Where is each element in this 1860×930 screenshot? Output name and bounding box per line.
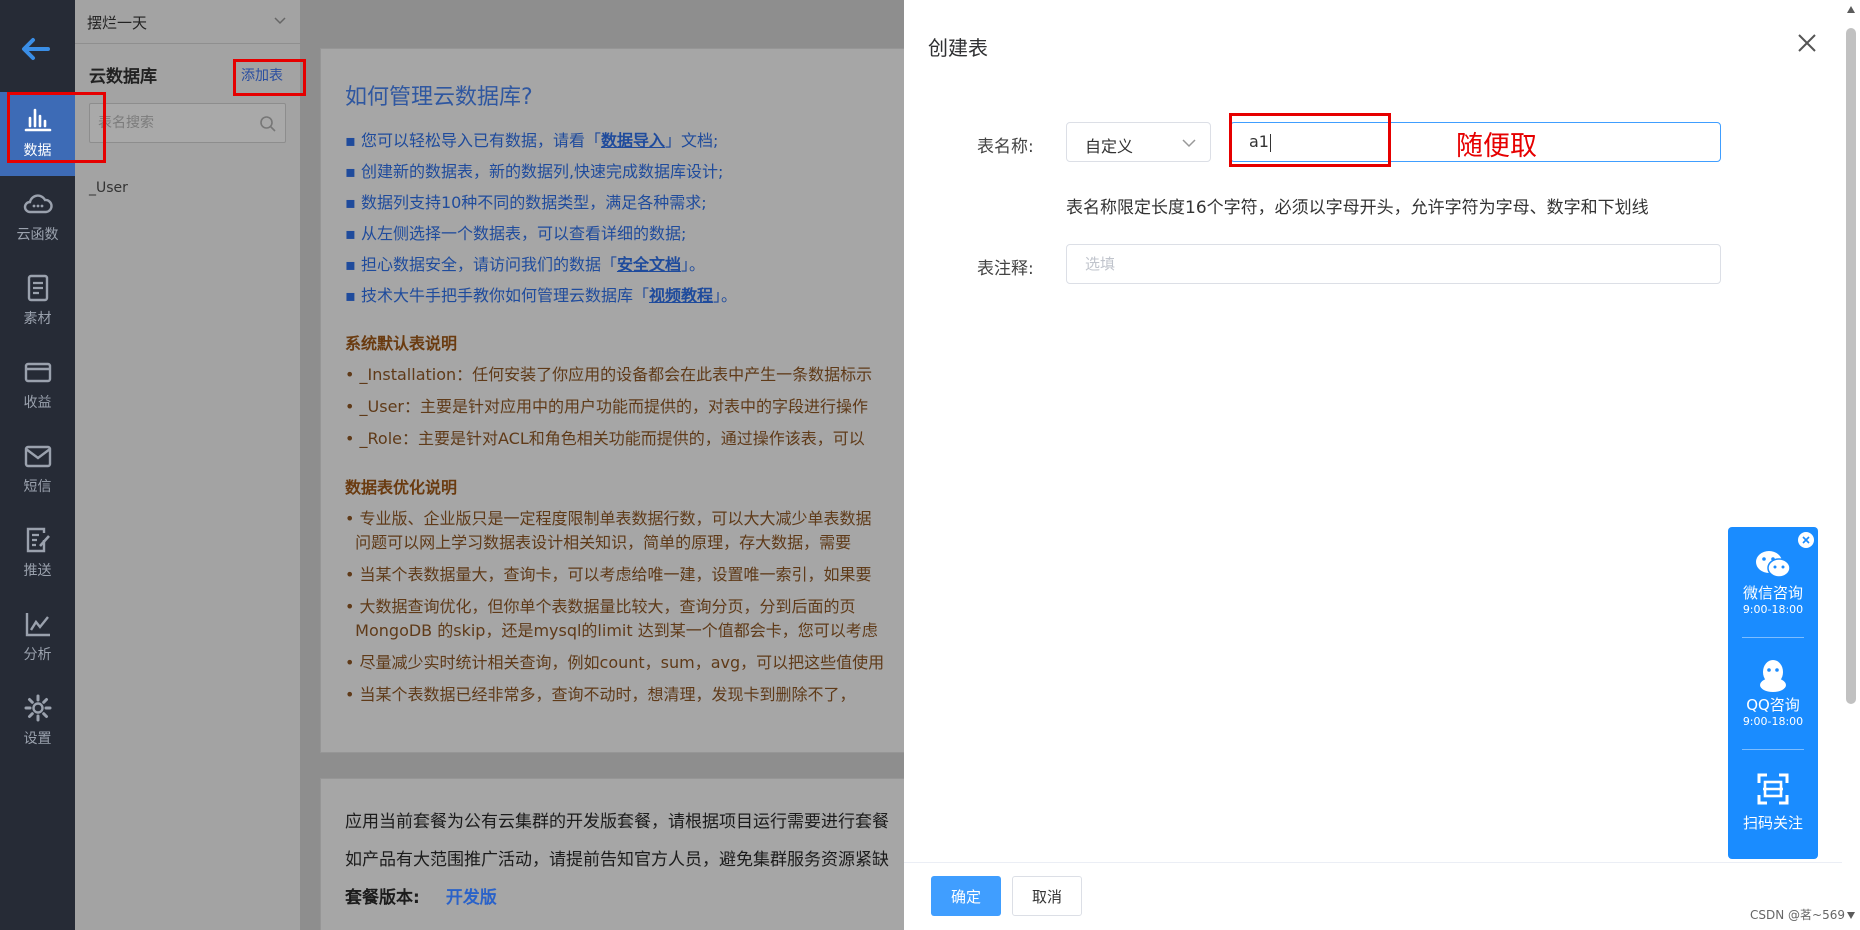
optimization-line: • 当某个表数据已经非常多，查询不动时，想清理，发现卡到删除不了， — [345, 685, 856, 704]
video-tutorial-link[interactable]: 视频教程 — [649, 286, 713, 305]
plan-version: 套餐版本: 开发版 — [345, 888, 497, 908]
plan-card: 应用当前套餐为公有云集群的开发版套餐，请根据项目运行需要进行套餐 如产品有大范围… — [320, 778, 980, 930]
scrollbar-thumb[interactable] — [1846, 28, 1856, 704]
wechat-icon — [1756, 551, 1791, 578]
system-tables-title: 系统默认表说明 — [345, 334, 458, 353]
wechat-hours: 9:00-18:00 — [1742, 603, 1804, 616]
annotation-text: 随便取 — [1456, 131, 1537, 162]
sidebar-item-label: 短信 — [23, 479, 52, 495]
system-table-line: • _User：主要是针对应用中的用户功能而提供的，对表中的字段进行操作 — [345, 397, 869, 416]
divider — [1742, 749, 1804, 750]
select-value: 自定义 — [1085, 137, 1134, 156]
page-scrollbar[interactable] — [1842, 0, 1860, 930]
table-list-item[interactable]: _User — [89, 180, 128, 196]
help-line: ▪ 创建新的数据表，新的数据列,快速完成数据库设计; — [345, 162, 724, 181]
app-name: 摆烂一天 — [87, 14, 148, 32]
qq-label: QQ咨询 — [1746, 696, 1800, 714]
import-doc-link[interactable]: 数据导入 — [601, 131, 665, 150]
back-arrow-icon[interactable] — [18, 34, 54, 64]
optimization-line: • 大数据查询优化，但你单个表数据量比较大，查询分页，分到后面的页 MongoD… — [345, 597, 878, 640]
help-line: ▪ 数据列支持10种不同的数据类型，满足各种需求; — [345, 193, 707, 212]
annotation-box-data — [7, 92, 106, 163]
table-note-label: 表注释: — [977, 259, 1034, 279]
table-search-input[interactable] — [90, 104, 250, 142]
qq-consult[interactable]: QQ咨询 9:00-18:00 — [1728, 657, 1818, 729]
annotation-box-name-input — [1229, 113, 1391, 167]
annotation-box-add-table — [233, 59, 306, 96]
wechat-consult[interactable]: 微信咨询 9:00-18:00 — [1728, 547, 1818, 617]
qq-icon — [1760, 660, 1786, 692]
help-card: 如何管理云数据库? ▪ 您可以轻松导入已有数据，请看「数据导入」文档; ▪ 创建… — [320, 48, 980, 753]
plan-line: 如产品有大范围推广活动，请提前告知官方人员，避免集群服务资源紧缺 — [345, 850, 889, 870]
cloud-icon — [23, 194, 53, 214]
divider — [1742, 637, 1804, 638]
optimization-line: • 当某个表数据量大，查询卡，可以考虑给唯一建，设置唯一索引，如果要 — [345, 565, 872, 584]
close-icon[interactable] — [1796, 32, 1818, 54]
gear-icon — [24, 694, 51, 722]
cancel-button[interactable]: 取消 — [1012, 876, 1082, 916]
system-table-line: • _Installation：任何安装了你应用的设备都会在此表中产生一条数据标… — [345, 365, 873, 384]
sidebar-item-push[interactable]: 推送 — [0, 512, 75, 596]
help-line: ▪ 担心数据安全，请访问我们的数据「安全文档」。 — [345, 255, 705, 274]
app-root: 数据 云函数 素材 收益 短信 推送 分析 设置 摆烂一天 云数据库 添加表 表… — [0, 0, 1860, 930]
sidebar-item-revenue[interactable]: 收益 — [0, 344, 75, 428]
help-title: 如何管理云数据库? — [345, 85, 533, 110]
consult-widget: 微信咨询 9:00-18:00 QQ咨询 9:00-18:00 扫码关注 — [1728, 527, 1818, 859]
chevron-down-icon — [1182, 139, 1196, 148]
sidebar-item-material[interactable]: 素材 — [0, 260, 75, 344]
sidebar-item-analysis[interactable]: 分析 — [0, 596, 75, 680]
panel-title: 云数据库 — [89, 67, 157, 87]
sidebar-item-label: 云函数 — [16, 227, 59, 243]
line-chart-icon — [25, 613, 50, 637]
scan-follow[interactable]: 扫码关注 — [1728, 771, 1818, 833]
sidebar-item-cloud-function[interactable]: 云函数 — [0, 176, 75, 260]
security-doc-link[interactable]: 安全文档 — [617, 255, 681, 274]
document-icon — [27, 274, 48, 302]
sidebar-item-label: 分析 — [23, 647, 52, 663]
sidebar-item-label: 收益 — [23, 395, 52, 411]
qr-scan-icon — [1757, 773, 1789, 805]
sidebar-item-sms[interactable]: 短信 — [0, 428, 75, 512]
wechat-label: 微信咨询 — [1742, 584, 1803, 602]
table-name-label: 表名称: — [977, 137, 1034, 157]
scan-label: 扫码关注 — [1742, 814, 1803, 832]
help-line: ▪ 从左侧选择一个数据表，可以查看详细的数据; — [345, 224, 687, 243]
watermark: CSDN @茗~569 — [1750, 908, 1845, 922]
optimization-line: • 尽量减少实时统计相关查询，例如count，sum，avg，可以把这些值使用 — [345, 653, 885, 672]
sidebar-item-label: 设置 — [23, 731, 52, 747]
help-line: ▪ 技术大牛手把手教你如何管理云数据库「视频教程」。 — [345, 286, 737, 305]
app-selector[interactable]: 摆烂一天 — [75, 0, 300, 44]
scroll-down-arrow[interactable] — [1847, 912, 1855, 919]
sidebar-item-settings[interactable]: 设置 — [0, 680, 75, 764]
card-icon — [24, 362, 51, 383]
optimization-line: • 专业版、企业版只是一定程度限制单表数据行数，可以大大减少单表数据 问题可以网… — [345, 509, 872, 552]
mail-icon — [24, 445, 51, 468]
database-panel: 摆烂一天 云数据库 添加表 _User — [75, 0, 300, 930]
edit-doc-icon — [26, 527, 50, 553]
sidebar-item-label: 素材 — [23, 311, 52, 327]
help-line: ▪ 您可以轻松导入已有数据，请看「数据导入」文档; — [345, 131, 719, 150]
plan-version-value[interactable]: 开发版 — [446, 888, 497, 908]
table-note-input[interactable] — [1066, 244, 1721, 284]
qq-hours: 9:00-18:00 — [1742, 715, 1804, 728]
search-icon[interactable] — [259, 115, 277, 133]
system-table-line: • _Role：主要是针对ACL和角色相关功能而提供的，通过操作该表，可以 — [345, 429, 865, 448]
chevron-down-icon — [274, 17, 286, 25]
optimization-title: 数据表优化说明 — [345, 478, 458, 497]
scroll-up-arrow[interactable] — [1847, 6, 1855, 13]
table-search — [89, 103, 286, 143]
confirm-button[interactable]: 确定 — [931, 876, 1001, 916]
table-name-hint: 表名称限定长度16个字符，必须以字母开头，允许字符为字母、数字和下划线 — [1066, 198, 1649, 218]
table-name-type-select[interactable]: 自定义 — [1066, 122, 1211, 162]
dialog-footer-divider — [904, 862, 1860, 863]
sidebar-item-label: 推送 — [23, 563, 52, 579]
plan-line: 应用当前套餐为公有云集群的开发版套餐，请根据项目运行需要进行套餐 — [345, 812, 889, 832]
dialog-title: 创建表 — [928, 36, 988, 60]
